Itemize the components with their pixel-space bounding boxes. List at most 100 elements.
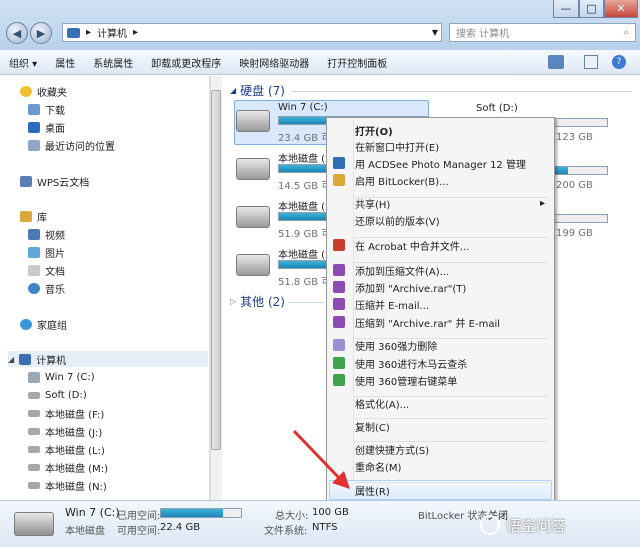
minimize-button[interactable]: — <box>553 0 579 18</box>
map-drive-button[interactable]: 映射网络驱动器 <box>230 55 318 70</box>
nav-drive-n[interactable]: 本地磁盘 (N:) <box>28 477 107 493</box>
menu-item-format[interactable]: 格式化(A)... <box>328 394 551 412</box>
group-other[interactable]: ▷ 其他 (2) <box>230 293 285 310</box>
menu-item-360-trojan-scan[interactable]: 使用 360进行木马云查杀 <box>328 354 551 372</box>
nav-homegroup[interactable]: 家庭组 <box>20 316 67 332</box>
back-button[interactable]: ◀ <box>6 22 28 44</box>
menu-item-compress-email[interactable]: 压缩并 E-mail... <box>328 295 551 313</box>
maximize-button[interactable]: □ <box>579 0 604 18</box>
nav-drive-l[interactable]: 本地磁盘 (L:) <box>28 441 105 457</box>
nav-documents-label: 文档 <box>45 266 65 278</box>
nav-wps[interactable]: WPS云文档 <box>20 173 89 189</box>
search-input[interactable]: 搜索 计算机 ⌕ <box>449 23 636 42</box>
nav-drive-j[interactable]: 本地磁盘 (J:) <box>28 423 102 439</box>
drive-icon <box>28 445 40 453</box>
nav-videos[interactable]: 视频 <box>28 226 65 242</box>
control-panel-button[interactable]: 打开控制面板 <box>318 55 396 70</box>
drive-3-name: 本地磁盘 ( <box>278 202 326 213</box>
nav-computer[interactable]: ◢ 计算机 <box>8 351 208 367</box>
nav-music[interactable]: 音乐 <box>28 280 65 296</box>
add-to-archive-rar-icon <box>333 281 345 293</box>
preview-pane-icon[interactable] <box>584 55 598 69</box>
nav-drive-c[interactable]: Win 7 (C:) <box>28 369 95 385</box>
organize-button[interactable]: 组织 ▾ <box>0 55 46 70</box>
group-divider <box>292 91 632 92</box>
menu-item-create-shortcut[interactable]: 创建快捷方式(S) <box>328 440 551 458</box>
video-icon <box>28 228 40 240</box>
documents-icon <box>28 264 40 276</box>
close-button[interactable]: ✕ <box>604 0 638 18</box>
drive-icon <box>28 409 40 417</box>
menu-item-label: 使用 360进行木马云查杀 <box>355 359 468 371</box>
menu-item-restore-versions[interactable]: 还原以前的版本(V) <box>328 211 551 229</box>
nav-recent[interactable]: 最近访问的位置 <box>28 137 115 153</box>
drive-4-name: 本地磁盘 ( <box>278 250 326 261</box>
nav-drive-f[interactable]: 本地磁盘 (F:) <box>28 405 104 421</box>
recent-places-icon <box>28 139 40 151</box>
group-hard-drives[interactable]: ◢ 硬盘 (7) <box>230 82 285 99</box>
nav-homegroup-label: 家庭组 <box>37 320 67 332</box>
nav-videos-label: 视频 <box>45 230 65 242</box>
status-drive-type: 本地磁盘 <box>65 526 105 537</box>
wukong-logo-icon <box>480 515 500 535</box>
library-icon <box>20 210 32 222</box>
uninstall-button[interactable]: 卸载或更改程序 <box>142 55 230 70</box>
menu-item-share[interactable]: 共享(H) ▸ <box>328 194 551 212</box>
menu-item-360-force-delete[interactable]: 使用 360强力删除 <box>328 336 551 354</box>
search-icon: ⌕ <box>623 27 629 38</box>
menu-item-acdsee-manage[interactable]: 用 ACDSee Photo Manager 12 管理 <box>328 154 551 172</box>
nav-drive-j-label: 本地磁盘 (J:) <box>45 427 103 439</box>
menu-item-compress-rar-email[interactable]: 压缩到 "Archive.rar" 并 E-mail <box>328 313 551 331</box>
menu-item-acrobat-merge[interactable]: 在 Acrobat 中合并文件... <box>328 236 551 254</box>
view-options-icon[interactable] <box>548 55 564 69</box>
properties-button[interactable]: 属性 <box>46 55 84 70</box>
status-usage-fill <box>161 509 224 517</box>
forward-button[interactable]: ▶ <box>30 22 52 44</box>
nav-drive-m[interactable]: 本地磁盘 (M:) <box>28 459 108 475</box>
compress-rar-email-icon <box>333 316 345 328</box>
drive-icon <box>28 463 40 471</box>
nav-scrollbar-thumb[interactable] <box>211 90 221 450</box>
navigation-pane: 收藏夹 下载 桌面 最近访问的位置 WPS云文档 库 视频 图片 文档 音乐 家… <box>0 76 210 500</box>
menu-item-add-to-archive-rar[interactable]: 添加到 "Archive.rar"(T) <box>328 278 551 296</box>
menu-item-enable-bitlocker[interactable]: 启用 BitLocker(B)... <box>328 171 551 189</box>
nav-library-label: 库 <box>37 212 47 224</box>
status-fs-value: NTFS <box>312 522 338 533</box>
nav-drive-c-label: Win 7 (C:) <box>45 371 95 383</box>
nav-library[interactable]: 库 <box>20 208 47 224</box>
music-icon <box>28 282 40 294</box>
downloads-icon <box>28 103 40 115</box>
menu-item-label: 共享(H) <box>355 199 391 211</box>
drive-d-size: 123 GB <box>556 132 593 143</box>
menu-item-rename[interactable]: 重命名(M) <box>328 457 551 475</box>
nav-drive-d-label: Soft (D:) <box>45 389 87 401</box>
menu-item-label: 重命名(M) <box>355 462 402 474</box>
menu-item-label: 还原以前的版本(V) <box>355 216 440 228</box>
address-dropdown-icon[interactable]: ▼ <box>428 23 442 42</box>
status-total-label: 总大小: <box>275 511 309 522</box>
menu-item-open-new-window[interactable]: 在新窗口中打开(E) <box>328 137 551 155</box>
menu-item-360-menu-manage[interactable]: 使用 360管理右键菜单 <box>328 371 551 389</box>
nav-downloads[interactable]: 下载 <box>28 101 65 117</box>
address-bar[interactable]: ▸ 计算机 ▸ <box>62 23 442 42</box>
menu-item-label: 复制(C) <box>355 422 390 434</box>
nav-pictures-label: 图片 <box>45 248 65 260</box>
drive-icon <box>28 427 40 435</box>
menu-item-properties[interactable]: 属性(R) <box>328 481 551 499</box>
enable-bitlocker-icon <box>333 174 345 186</box>
nav-desktop[interactable]: 桌面 <box>28 119 65 135</box>
help-icon[interactable]: ? <box>612 55 626 69</box>
drive-c-name: Win 7 (C:) <box>278 102 328 113</box>
360-force-delete-icon <box>333 339 345 351</box>
nav-drive-d[interactable]: Soft (D:) <box>28 387 87 403</box>
nav-favorites[interactable]: 收藏夹 <box>20 83 67 99</box>
menu-item-copy[interactable]: 复制(C) <box>328 417 551 435</box>
drive-2-name: 本地磁盘 ( <box>278 154 326 165</box>
system-properties-button[interactable]: 系统属性 <box>84 55 142 70</box>
menu-item-label: 压缩并 E-mail... <box>355 300 430 312</box>
menu-item-add-to-archive[interactable]: 添加到压缩文件(A)... <box>328 261 551 279</box>
nav-documents[interactable]: 文档 <box>28 262 65 278</box>
group-hard-drives-label: 硬盘 (7) <box>240 84 285 98</box>
nav-pictures[interactable]: 图片 <box>28 244 65 260</box>
drive-d-name: Soft (D:) <box>476 103 518 114</box>
